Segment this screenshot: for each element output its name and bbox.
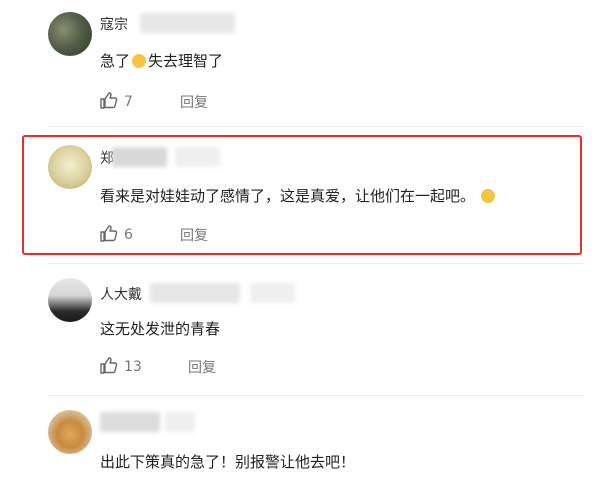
like-button[interactable]: 6 — [100, 225, 133, 243]
like-count: 7 — [124, 94, 133, 110]
comment-text: 急了 失去理智了 — [100, 52, 224, 70]
username-redaction — [100, 412, 160, 432]
comment-text: 这无处发泄的青春 — [100, 320, 221, 338]
avatar[interactable] — [48, 145, 92, 189]
avatar[interactable] — [48, 410, 92, 454]
comment-text: 出此下策真的急了！别报警让他去吧！ — [100, 453, 356, 471]
reply-button[interactable]: 回复 — [180, 92, 208, 112]
username[interactable]: 寇宗 — [100, 14, 128, 34]
laugh-cry-emoji-icon — [481, 189, 496, 203]
username[interactable]: 人大戴 — [100, 284, 142, 304]
thumbs-up-icon — [100, 225, 118, 242]
username-redaction — [175, 147, 220, 167]
divider — [48, 126, 584, 127]
thumbs-up-icon — [100, 92, 118, 109]
like-count: 13 — [124, 359, 142, 375]
username-redaction — [250, 283, 295, 303]
like-count: 6 — [124, 227, 133, 243]
avatar[interactable] — [48, 278, 92, 322]
username-redaction — [112, 147, 167, 167]
divider — [48, 263, 584, 264]
username-redaction — [150, 283, 240, 303]
username-redaction — [165, 412, 195, 432]
reply-button[interactable]: 回复 — [180, 225, 208, 245]
username-redaction — [140, 13, 235, 33]
reply-button[interactable]: 回复 — [188, 357, 216, 377]
divider — [48, 395, 584, 396]
like-button[interactable]: 7 — [100, 92, 133, 110]
avatar[interactable] — [48, 12, 92, 56]
comment-text: 看来是对娃娃动了感情了，这是真爱，让他们在一起吧。 — [100, 185, 497, 206]
thumbs-up-icon — [100, 357, 118, 374]
sweat-emoji-icon — [132, 54, 147, 68]
like-button[interactable]: 13 — [100, 357, 142, 375]
